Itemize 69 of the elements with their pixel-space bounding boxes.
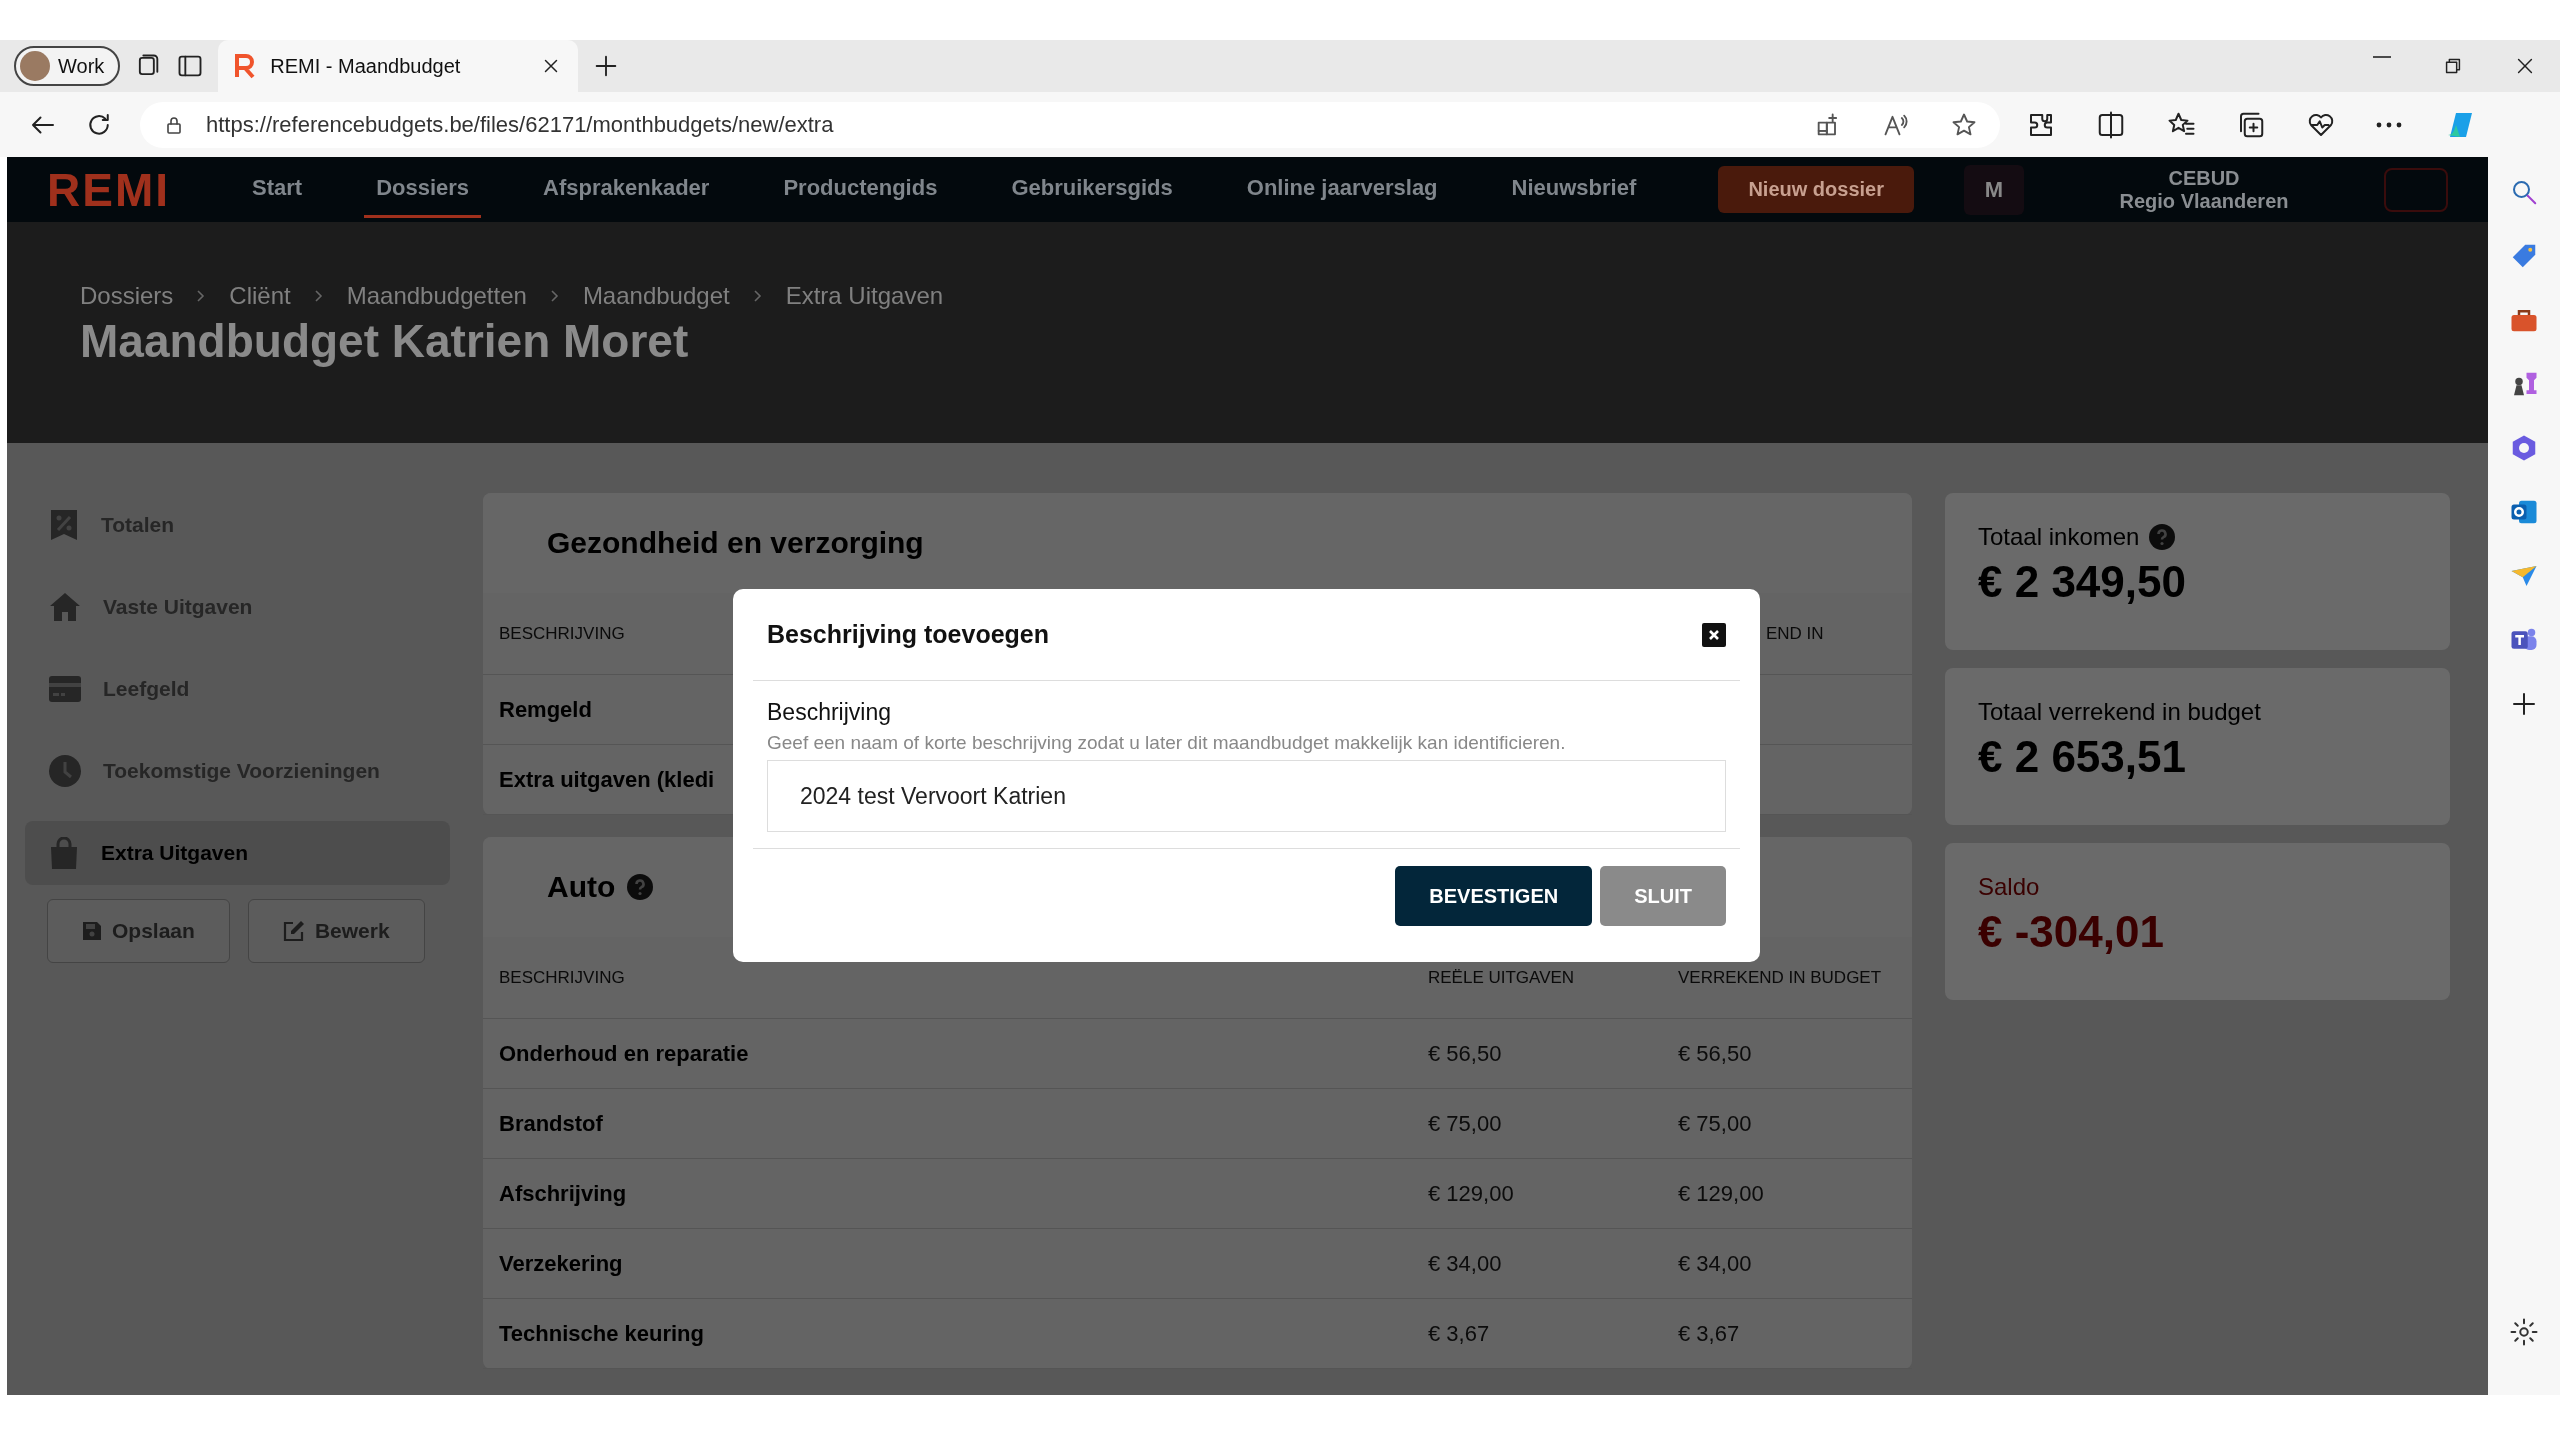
help-icon (2149, 524, 2176, 550)
split-screen-icon (2096, 109, 2126, 140)
table-cell: € 3,67 (1412, 1299, 1662, 1369)
table-cell: € 3,67 (1662, 1299, 1912, 1369)
region-name: Regio Vlaanderen (2119, 189, 2289, 213)
nav-link[interactable]: Gebruikersgids (999, 161, 1185, 218)
profile-button[interactable]: Work (14, 46, 121, 86)
nav-link[interactable]: Productengids (771, 161, 950, 218)
breadcrumb-link[interactable]: Extra Uitgaven (785, 282, 944, 310)
total-label: Saldo (1978, 873, 2040, 901)
chevron-icon (550, 290, 559, 302)
confirm-button[interactable]: BEVESTIGEN (1395, 866, 1593, 926)
card-icon (49, 676, 81, 702)
page-title: Maandbudget Katrien Moret (80, 314, 690, 368)
nav-link[interactable]: Start (240, 161, 315, 218)
table-cell: € 56,50 (1412, 1019, 1662, 1089)
field-label: Beschrijving (767, 699, 892, 726)
table-cell: € 129,00 (1662, 1159, 1912, 1229)
breadcrumb-link[interactable]: Cliënt (229, 282, 291, 310)
total-amount: € 2 349,50 (1978, 557, 2187, 607)
section-title: Gezondheid en verzorging (547, 526, 924, 560)
new-file-button[interactable]: Nieuw dossier (1718, 166, 1914, 213)
site-logo[interactable]: REMI (47, 162, 170, 217)
breadcrumb-link[interactable]: Maandbudget (582, 282, 730, 310)
close-dialog-button[interactable]: SLUIT (1600, 866, 1726, 926)
home-icon (49, 592, 81, 622)
table-cell: € 34,00 (1662, 1229, 1912, 1299)
nav-link[interactable]: Nieuwsbrief (1499, 161, 1649, 218)
receipt-icon (49, 508, 79, 542)
chevron-icon (197, 290, 206, 302)
sidebar-label: Extra Uitgaven (101, 841, 249, 865)
dialog-title: Beschrijving toevoegen (767, 620, 1050, 649)
nav-link[interactable]: Afsprakenkader (531, 161, 722, 218)
address-bar[interactable]: https://referencebudgets.be/files/62171/monthbudgets/new/extra (140, 101, 2000, 148)
browser-tab[interactable]: REMI - Maandbudget (218, 40, 579, 92)
table-cell: € 75,00 (1412, 1089, 1662, 1159)
nav-link[interactable]: Online jaarverslag (1234, 161, 1450, 218)
breadcrumb-link[interactable]: Maandbudgetten (346, 282, 527, 310)
total-label: Totaal verrekend in budget (1978, 698, 2261, 726)
close-icon (1707, 627, 1721, 642)
table-cell: € 56,50 (1662, 1019, 1912, 1089)
section-title: Auto (547, 870, 616, 904)
breadcrumb-link[interactable]: Dossiers (80, 282, 174, 310)
chevron-icon (753, 290, 762, 302)
floppy-icon (82, 921, 102, 941)
help-icon (627, 874, 654, 900)
table-cell: € 34,00 (1412, 1229, 1662, 1299)
chevron-icon (314, 290, 323, 302)
table-cell: Technische keuring (483, 1299, 1412, 1369)
table-cell: Verzekering (483, 1229, 1412, 1299)
more-icon[interactable] (2376, 121, 2402, 128)
total-label: Totaal inkomen (1978, 523, 2140, 551)
user-avatar[interactable]: M (1964, 164, 2024, 215)
nav-link[interactable]: Dossiers (364, 161, 482, 218)
close-button[interactable] (1702, 622, 1726, 647)
table-cell: Onderhoud en reparatie (483, 1019, 1412, 1089)
description-input[interactable]: 2024 test Vervoort Katrien (767, 760, 1726, 832)
bag-icon (49, 837, 79, 869)
organization-name: CEBUD (2168, 166, 2240, 190)
clock-icon (49, 755, 81, 787)
table-cell: € 75,00 (1662, 1089, 1912, 1159)
table-cell: Brandstof (483, 1089, 1412, 1159)
total-amount: € 2 653,51 (1978, 732, 2187, 782)
table-cell: € 129,00 (1412, 1159, 1662, 1229)
site-logo-icon (234, 53, 257, 79)
edit-icon (282, 920, 305, 942)
table-cell: Afschrijving (483, 1159, 1412, 1229)
total-amount: € -304,01 (1978, 907, 2165, 957)
minimize-icon[interactable] (2372, 55, 2392, 59)
